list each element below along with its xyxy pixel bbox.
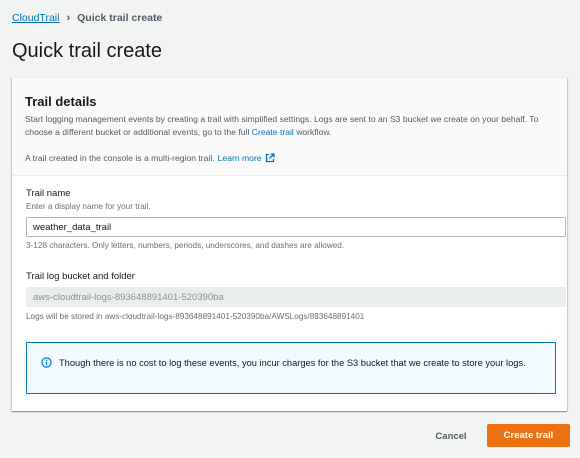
breadcrumb-cloudtrail-link[interactable]: CloudTrail [12, 12, 59, 24]
page-title: Quick trail create [12, 40, 163, 62]
bucket-label: Trail log bucket and folder [26, 271, 135, 282]
info-icon [41, 357, 52, 372]
breadcrumb-current: Quick trail create [77, 12, 163, 24]
learn-more-link[interactable]: Learn more [218, 153, 262, 163]
panel-description-text-end: workflow. [293, 127, 332, 137]
create-trail-link[interactable]: Create trail [252, 127, 294, 137]
trail-name-constraint: 3-128 characters. Only letters, numbers,… [26, 241, 345, 250]
bucket-help: Logs will be stored in aws-cloudtrail-lo… [26, 312, 365, 321]
cancel-button[interactable]: Cancel [430, 425, 472, 447]
panel-note-text: A trail created in the console is a mult… [25, 153, 215, 163]
panel-header: Trail details Start logging management e… [12, 78, 567, 176]
trail-name-help: Enter a display name for your trail. [26, 202, 151, 211]
bucket-input [26, 287, 566, 307]
breadcrumb: CloudTrail › Quick trail create [12, 12, 162, 24]
panel-note: A trail created in the console is a mult… [25, 153, 554, 163]
trail-name-input[interactable] [26, 217, 566, 237]
panel-title: Trail details [25, 94, 97, 109]
panel-description: Start logging management events by creat… [25, 113, 554, 139]
external-link-icon[interactable] [265, 153, 275, 163]
info-alert: Though there is no cost to log these eve… [26, 342, 556, 394]
chevron-right-icon: › [66, 12, 71, 24]
trail-name-label: Trail name [26, 188, 71, 199]
info-alert-text: Though there is no cost to log these eve… [59, 358, 526, 368]
create-trail-button[interactable]: Create trail [487, 424, 570, 447]
trail-details-panel: Trail details Start logging management e… [12, 77, 567, 411]
